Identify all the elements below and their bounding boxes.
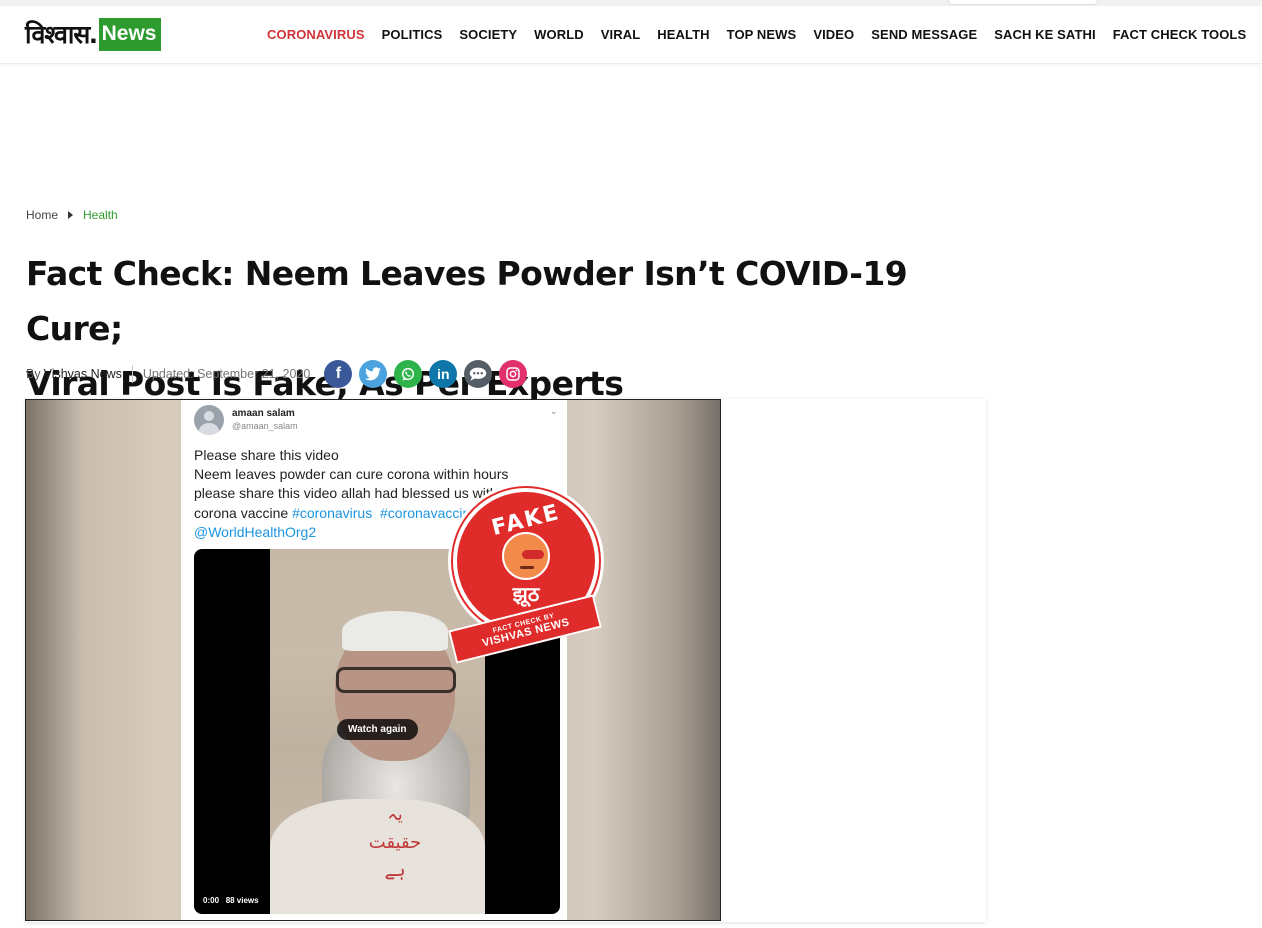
facebook-icon[interactable]: f <box>324 360 353 388</box>
tweet-line: Please share this video <box>194 447 339 463</box>
nav-sach-ke-sathi[interactable]: SACH KE SATHI <box>994 27 1095 42</box>
nav-viral[interactable]: VIRAL <box>601 27 641 42</box>
logo-hindi-text: विश्वास <box>25 20 90 49</box>
nav-top-news[interactable]: TOP NEWS <box>727 27 797 42</box>
tweet-line: corona vaccine <box>194 504 293 521</box>
featured-media-card: amaan salam @amaan_salam ⌄ Please share … <box>25 399 986 922</box>
watch-again-label: Watch again <box>337 719 418 740</box>
fake-badge: FAKE झूठ FACT CHECK BY VISHVAS NEWS <box>448 488 608 668</box>
video-time: 0:00 <box>203 896 220 905</box>
tweet-line: Neem leaves powder can cure corona withi… <box>194 466 509 483</box>
message-icon[interactable] <box>464 360 493 388</box>
nav-society[interactable]: SOCIETY <box>459 27 517 42</box>
nav-coronavirus[interactable]: CORONAVIRUS <box>267 27 365 42</box>
logo-dot: . <box>89 17 98 50</box>
tweet-user-handle: @amaan_salam <box>232 421 298 431</box>
byline-author[interactable]: Vishvas News <box>44 367 122 381</box>
logo-news-text: News <box>98 17 162 51</box>
nav-health[interactable]: HEALTH <box>657 27 709 42</box>
whatsapp-icon[interactable] <box>394 360 423 388</box>
tweet-mention: @WorldHealthOrg2 <box>194 523 317 540</box>
breadcrumb-home[interactable]: Home <box>26 208 58 222</box>
avatar <box>194 405 224 435</box>
instagram-icon[interactable] <box>499 360 528 388</box>
video-time-views: 0:00 88 views <box>203 896 259 905</box>
nav-politics[interactable]: POLITICS <box>382 27 443 42</box>
breadcrumb-arrow-icon <box>68 211 74 219</box>
tweet-hashtag: #coronavirus <box>292 504 373 521</box>
article-meta: By Vishvas News Updated: September 21, 2… <box>26 360 528 388</box>
urdu-line: حقیقت <box>368 832 422 853</box>
chevron-down-icon: ⌄ <box>550 406 558 416</box>
video-urdu-caption: یہ حقیقت ہے <box>360 801 430 885</box>
main-nav: CORONAVIRUS POLITICS SOCIETY WORLD VIRAL… <box>267 27 1246 42</box>
breadcrumb-category[interactable]: Health <box>83 208 118 222</box>
top-search-box[interactable] <box>948 0 1098 5</box>
featured-image[interactable]: amaan salam @amaan_salam ⌄ Please share … <box>25 399 721 921</box>
video-views: 88 views <box>225 896 259 905</box>
video-person-glasses <box>336 667 456 693</box>
video-person-cap <box>342 611 448 651</box>
nav-fact-check-tools[interactable]: FACT CHECK TOOLS <box>1113 27 1247 42</box>
breadcrumb: Home Health <box>26 208 118 222</box>
linkedin-icon[interactable]: in <box>429 360 458 388</box>
urdu-line: یہ <box>387 804 403 825</box>
nav-world[interactable]: WORLD <box>534 27 584 42</box>
site-logo[interactable]: विश्वास . News <box>25 17 162 51</box>
share-buttons: f in <box>324 360 528 388</box>
urdu-line: ہے <box>384 860 406 881</box>
tweet-user-name: amaan salam <box>232 408 295 419</box>
meta-divider <box>131 365 133 383</box>
twitter-icon[interactable] <box>359 360 388 388</box>
byline-prefix: By <box>26 367 41 381</box>
liar-face-icon <box>502 532 550 580</box>
article-title-line1: Fact Check: Neem Leaves Powder Isn’t COV… <box>26 254 908 348</box>
site-header: विश्वास . News CORONAVIRUS POLITICS SOCI… <box>0 6 1262 64</box>
nav-send-message[interactable]: SEND MESSAGE <box>871 27 977 42</box>
updated-date: Updated: September 21, 2020 <box>142 367 311 381</box>
nav-video[interactable]: VIDEO <box>813 27 854 42</box>
